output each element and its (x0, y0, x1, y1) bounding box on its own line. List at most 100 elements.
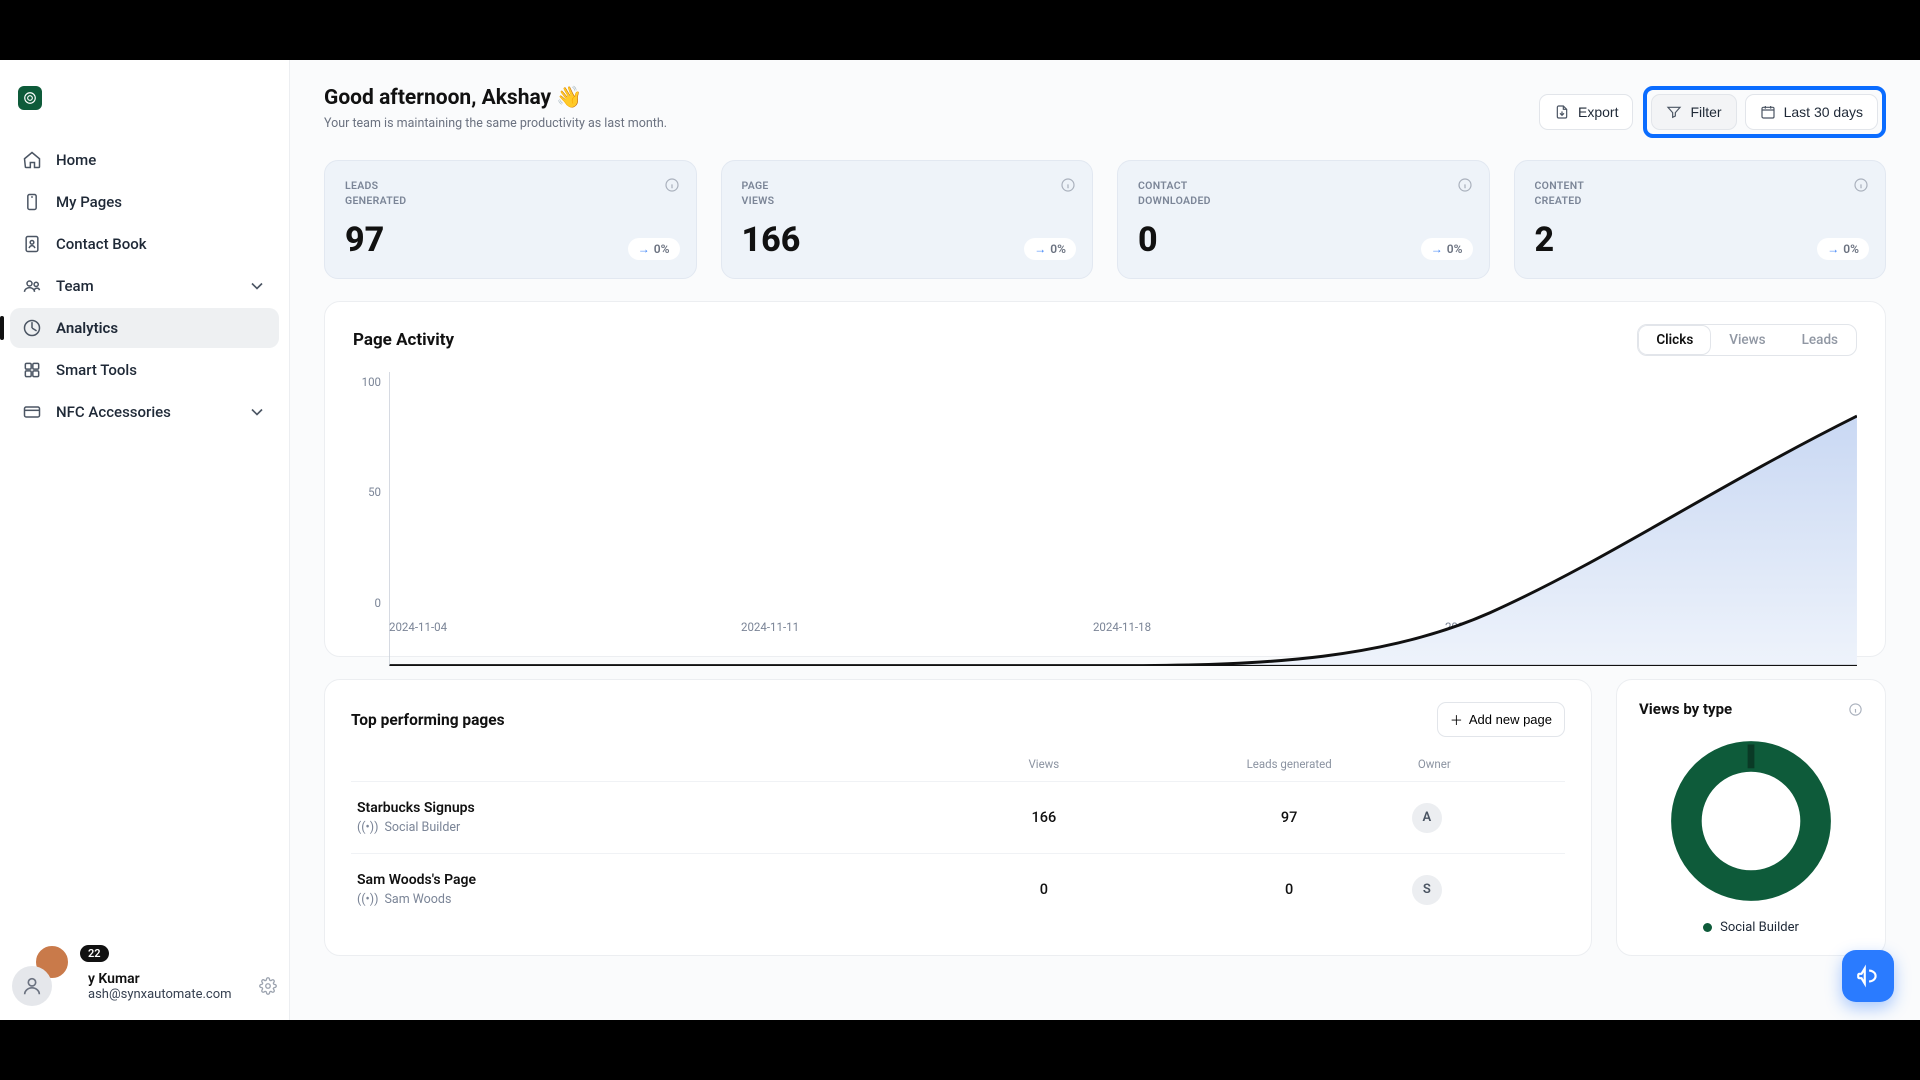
stat-label: PAGE (742, 179, 769, 192)
nav-item-nfc[interactable]: NFC Accessories (10, 392, 279, 432)
arrow-icon: → (1431, 242, 1443, 256)
filter-label: Filter (1690, 104, 1721, 120)
donut-chart (1666, 736, 1836, 906)
legend-dot-icon (1703, 923, 1712, 932)
home-icon (22, 150, 42, 170)
nav-label: NFC Accessories (56, 403, 171, 421)
header-actions: Export Filter Last 30 days (1539, 86, 1886, 138)
nav-label: Home (56, 151, 96, 169)
export-label: Export (1578, 104, 1618, 120)
page-sub: ((•))Sam Woods (357, 892, 921, 907)
stat-card-content: CONTENT CREATED 2 →0% (1514, 160, 1887, 279)
export-button[interactable]: Export (1539, 94, 1633, 130)
notification-badge: 22 (80, 945, 109, 962)
plus-icon: ＋ (1450, 710, 1463, 729)
stat-change: →0% (1024, 238, 1076, 260)
table-row[interactable]: Sam Woods's Page ((•))Sam Woods 0 0 S (351, 853, 1565, 925)
filter-icon (1666, 104, 1682, 120)
primary-nav: Home My Pages Contact Book Team Analytic… (0, 128, 289, 444)
stat-label: CREATED (1535, 194, 1582, 207)
owner-chip: A (1412, 803, 1442, 833)
nav-label: Analytics (56, 319, 118, 337)
row-leads: 97 (1167, 809, 1412, 826)
pages-icon (22, 192, 42, 212)
add-page-label: Add new page (1469, 712, 1552, 727)
date-range-label: Last 30 days (1784, 104, 1863, 120)
chevron-down-icon (247, 402, 267, 422)
stat-value: 166 (742, 220, 1073, 260)
stat-label: LEADS (345, 179, 378, 192)
nav-label: Contact Book (56, 235, 147, 253)
info-icon[interactable] (1457, 177, 1473, 193)
chart-title: Page Activity (353, 330, 454, 350)
stat-change: →0% (1817, 238, 1869, 260)
date-range-button[interactable]: Last 30 days (1745, 94, 1878, 130)
stat-label: GENERATED (345, 194, 406, 207)
user-name: y Kumar (88, 971, 232, 987)
nav-label: Smart Tools (56, 361, 137, 379)
page-name: Starbucks Signups (357, 800, 921, 816)
donut-title: Views by type (1639, 700, 1732, 718)
broadcast-icon: ((•)) (357, 820, 378, 835)
team-icon (22, 276, 42, 296)
stat-label: CONTENT (1535, 179, 1585, 192)
stat-value: 97 (345, 220, 676, 260)
y-tick: 50 (368, 485, 381, 499)
greeting-subtitle: Your team is maintaining the same produc… (324, 116, 667, 131)
nav-item-team[interactable]: Team (10, 266, 279, 306)
announce-fab[interactable] (1842, 950, 1894, 1002)
stat-value: 0 (1138, 220, 1469, 260)
stats-row: LEADSGENERATED 97 →0% PAGEVIEWS 166 →0% … (324, 160, 1886, 279)
nav-item-home[interactable]: Home (10, 140, 279, 180)
stat-change: →0% (628, 238, 680, 260)
chevron-down-icon (247, 276, 267, 296)
stat-value: 2 (1535, 220, 1866, 260)
chart-tab-clicks[interactable]: Clicks (1638, 325, 1711, 355)
info-icon[interactable] (1060, 177, 1076, 193)
add-page-button[interactable]: ＋ Add new page (1437, 702, 1565, 737)
y-tick: 100 (362, 375, 381, 389)
info-icon[interactable] (1853, 177, 1869, 193)
info-icon[interactable] (664, 177, 680, 193)
highlighted-controls: Filter Last 30 days (1643, 86, 1886, 138)
row-views: 166 (921, 809, 1166, 826)
chart-tab-leads[interactable]: Leads (1784, 325, 1856, 355)
nav-item-smart-tools[interactable]: Smart Tools (10, 350, 279, 390)
page-header: Good afternoon, Akshay 👋 Your team is ma… (324, 86, 1886, 138)
stat-label: DOWNLOADED (1138, 194, 1211, 207)
top-pages-title: Top performing pages (351, 711, 505, 729)
chart-tab-views[interactable]: Views (1711, 325, 1783, 355)
bottom-row: Top performing pages ＋ Add new page View… (324, 679, 1886, 956)
nav-item-my-pages[interactable]: My Pages (10, 182, 279, 222)
analytics-icon (22, 318, 42, 338)
sidebar-footer[interactable]: y Kumar ash@synxautomate.com (12, 966, 277, 1006)
legend-label: Social Builder (1720, 920, 1799, 935)
stat-label: CONTACT (1138, 179, 1188, 192)
user-email: ash@synxautomate.com (88, 987, 232, 1002)
nav-label: Team (56, 277, 94, 295)
broadcast-icon: ((•)) (357, 892, 378, 907)
row-leads: 0 (1167, 881, 1412, 898)
nav-item-contact-book[interactable]: Contact Book (10, 224, 279, 264)
table-header: Views Leads generated Owner (351, 737, 1565, 781)
filter-button[interactable]: Filter (1651, 94, 1736, 130)
page-name: Sam Woods's Page (357, 872, 921, 888)
stat-card-downloads: CONTACTDOWNLOADED 0 →0% (1117, 160, 1490, 279)
nav-item-analytics[interactable]: Analytics (10, 308, 279, 348)
main-content: Good afternoon, Akshay 👋 Your team is ma… (290, 60, 1920, 1020)
info-icon[interactable] (1848, 702, 1863, 717)
arrow-icon: → (1827, 242, 1839, 256)
col-owner: Owner (1412, 757, 1559, 771)
stat-card-views: PAGE VIEWS 166 →0% (721, 160, 1094, 279)
stat-card-leads: LEADS GENERATED 97 →0% (324, 160, 697, 279)
arrow-icon: → (638, 242, 650, 256)
table-row[interactable]: Starbucks Signups ((•))Social Builder 16… (351, 781, 1565, 853)
grid-icon (22, 360, 42, 380)
settings-icon[interactable] (259, 977, 277, 995)
chart-tabs: Clicks Views Leads (1637, 324, 1857, 356)
megaphone-icon (1855, 963, 1881, 989)
export-icon (1554, 104, 1570, 120)
stat-label: VIEWS (742, 194, 775, 207)
owner-chip: S (1412, 875, 1442, 905)
area-chart (389, 372, 1857, 666)
